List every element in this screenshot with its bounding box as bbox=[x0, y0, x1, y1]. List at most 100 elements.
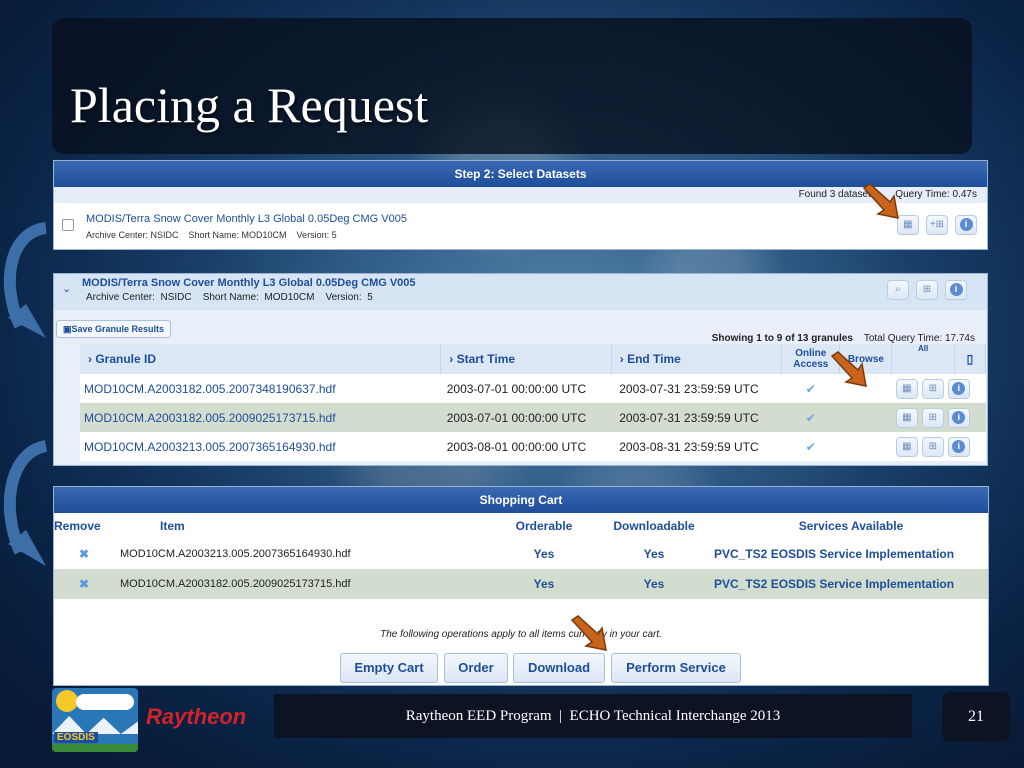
column-end-time[interactable]: › End Time bbox=[611, 344, 783, 374]
granule-details-button[interactable]: ▦ bbox=[895, 378, 918, 399]
service-link[interactable]: PVC_TS2 EOSDIS Service Implementation bbox=[714, 539, 988, 569]
eosdis-logo-text: EOSDIS bbox=[54, 732, 98, 743]
save-icon: ▣ bbox=[63, 324, 72, 334]
dataset-title-link[interactable]: MODIS/Terra Snow Cover Monthly L3 Global… bbox=[86, 213, 407, 225]
granule-count: Showing 1 to 9 of 13 granules bbox=[711, 333, 853, 344]
downloadable-value: Yes bbox=[643, 547, 665, 561]
cart-operations-note: The following operations apply to all it… bbox=[380, 629, 662, 640]
granule-cart-button[interactable]: ⊞ bbox=[921, 436, 944, 457]
info-icon: i bbox=[952, 439, 966, 453]
arrow-granule-icon bbox=[830, 351, 867, 387]
add-dataset-to-cart-button[interactable]: +⊞ bbox=[925, 215, 948, 235]
grid-icon: ▦ bbox=[902, 382, 912, 394]
granule-start: 2003-08-01 00:00:00 UTC bbox=[446, 439, 587, 454]
granule-end: 2003-08-31 23:59:59 UTC bbox=[619, 439, 759, 454]
granule-dataset-header: ⌄ MODIS/Terra Snow Cover Monthly L3 Glob… bbox=[54, 274, 987, 310]
order-button[interactable]: Order bbox=[444, 653, 508, 683]
download-button[interactable]: Download bbox=[513, 653, 605, 683]
dataset-cart-button[interactable]: ⊞ bbox=[915, 280, 938, 300]
column-start-time[interactable]: › Start Time bbox=[440, 344, 612, 374]
grid-icon: ▦ bbox=[903, 219, 913, 230]
page-number: 21 bbox=[942, 692, 1010, 742]
grid-icon: ▦ bbox=[902, 440, 912, 452]
eosdis-logo: EOSDIS bbox=[52, 688, 138, 752]
granule-info-button[interactable]: i bbox=[947, 378, 970, 399]
dataset-search-button[interactable]: ⌕ bbox=[886, 280, 909, 300]
cart-table: Remove Item Orderable Downloadable Servi… bbox=[54, 513, 988, 599]
granule-details-button[interactable]: ▦ bbox=[895, 407, 918, 428]
search-icon: ⌕ bbox=[895, 284, 901, 295]
shopping-cart-header: Shopping Cart bbox=[54, 487, 988, 513]
downloadable-value: Yes bbox=[594, 569, 714, 599]
remove-item-icon[interactable]: ✖ bbox=[54, 569, 114, 599]
cart-item: MOD10CM.A2003213.005.2007365164930.hdf bbox=[120, 548, 351, 560]
dataset-checkbox[interactable] bbox=[62, 219, 74, 231]
cloud-icon bbox=[76, 694, 134, 710]
info-icon: i bbox=[959, 218, 973, 231]
granule-details-button[interactable]: ▦ bbox=[895, 436, 918, 457]
raytheon-logo: Raytheon bbox=[146, 704, 247, 729]
granule-cart-button[interactable]: ⊞ bbox=[921, 407, 944, 428]
slide-title: Placing a Request bbox=[70, 77, 429, 133]
cart-icon: ⊞ bbox=[935, 219, 945, 230]
select-datasets-panel: Step 2: Select Datasets Found 3 datasets… bbox=[53, 160, 988, 250]
orderable-value: Yes bbox=[533, 547, 555, 561]
cart-table-header: Remove Item Orderable Downloadable Servi… bbox=[54, 513, 988, 539]
curve-arrow-icon-1 bbox=[3, 222, 48, 338]
column-picker-icon[interactable]: ▯ bbox=[954, 344, 987, 374]
cart-icon: ⊞ bbox=[922, 284, 932, 295]
orderable-value: Yes bbox=[494, 569, 594, 599]
granule-end: 2003-07-31 23:59:59 UTC bbox=[611, 403, 782, 432]
info-icon: i bbox=[952, 410, 966, 424]
dataset-info-button-2[interactable]: i bbox=[945, 280, 967, 300]
dataset-meta: Archive Center: NSIDC Short Name: MOD10C… bbox=[86, 230, 337, 240]
granule-info-button[interactable]: i bbox=[947, 436, 970, 457]
checkmark-icon: ✔ bbox=[781, 403, 840, 432]
column-downloadable: Downloadable bbox=[594, 513, 714, 539]
column-all[interactable]: All bbox=[891, 344, 955, 374]
collapse-chevron-icon[interactable]: ⌄ bbox=[62, 282, 71, 295]
granule-info-button[interactable]: i bbox=[947, 407, 970, 428]
table-row: ✖ MOD10CM.A2003182.005.2009025173715.hdf… bbox=[54, 569, 988, 599]
checkmark-icon: ✔ bbox=[805, 439, 816, 454]
footer-text: Raytheon EED Program | ECHO Technical In… bbox=[274, 694, 912, 738]
cart-item: MOD10CM.A2003182.005.2009025173715.hdf bbox=[114, 569, 494, 599]
service-link[interactable]: PVC_TS2 EOSDIS Service Implementation bbox=[714, 569, 988, 599]
cart-icon: ⊞ bbox=[928, 411, 938, 423]
table-row[interactable]: MOD10CM.A2003182.005.2009025173715.hdf 2… bbox=[80, 403, 986, 432]
column-orderable: Orderable bbox=[494, 513, 594, 539]
column-granule-id[interactable]: › Granule ID bbox=[80, 344, 442, 374]
perform-service-button[interactable]: Perform Service bbox=[611, 653, 741, 683]
granule-results-summary: Showing 1 to 9 of 13 granules Total Quer… bbox=[712, 333, 975, 344]
granule-id[interactable]: MOD10CM.A2003213.005.2007365164930.hdf bbox=[80, 432, 441, 461]
table-row[interactable]: MOD10CM.A2003213.005.2007365164930.hdf 2… bbox=[80, 432, 986, 461]
grid-icon: ▦ bbox=[902, 411, 912, 423]
remove-item-icon[interactable]: ✖ bbox=[54, 539, 114, 569]
dataset-results-bar: Found 3 datasets Query Time: 0.47s bbox=[54, 187, 987, 203]
granule-id[interactable]: MOD10CM.A2003182.005.2009025173715.hdf bbox=[80, 403, 441, 432]
arrow-perform-service-icon bbox=[570, 615, 607, 651]
granule-dataset-meta: Archive Center: NSIDC Short Name: MOD10C… bbox=[86, 292, 373, 303]
cart-icon: ⊞ bbox=[928, 382, 938, 394]
total-query-time: Total Query Time: 17.74s bbox=[863, 333, 975, 344]
info-icon: i bbox=[952, 381, 966, 395]
query-time: Query Time: 0.47s bbox=[895, 189, 977, 200]
empty-cart-button[interactable]: Empty Cart bbox=[340, 653, 438, 683]
arrow-datasets-icon bbox=[862, 183, 899, 219]
info-icon: i bbox=[949, 283, 963, 296]
cart-icon: ⊞ bbox=[928, 440, 938, 452]
save-granule-results-button[interactable]: ▣Save Granule Results bbox=[56, 320, 172, 338]
granule-end: 2003-07-31 23:59:59 UTC bbox=[619, 381, 759, 396]
column-services: Services Available bbox=[714, 513, 988, 539]
granule-start: 2003-07-01 00:00:00 UTC bbox=[440, 403, 612, 432]
granule-cart-button[interactable]: ⊞ bbox=[921, 378, 944, 399]
granule-start: 2003-07-01 00:00:00 UTC bbox=[446, 381, 587, 396]
granule-id[interactable]: MOD10CM.A2003182.005.2007348190637.hdf bbox=[80, 374, 441, 403]
select-datasets-header: Step 2: Select Datasets bbox=[54, 161, 987, 187]
granule-dataset-title: MODIS/Terra Snow Cover Monthly L3 Global… bbox=[82, 277, 416, 289]
dataset-info-button[interactable]: i bbox=[955, 215, 977, 235]
column-item: Item bbox=[114, 513, 494, 539]
column-remove: Remove bbox=[54, 513, 114, 539]
curve-arrow-icon-2 bbox=[3, 440, 48, 566]
sun-icon bbox=[56, 690, 78, 712]
